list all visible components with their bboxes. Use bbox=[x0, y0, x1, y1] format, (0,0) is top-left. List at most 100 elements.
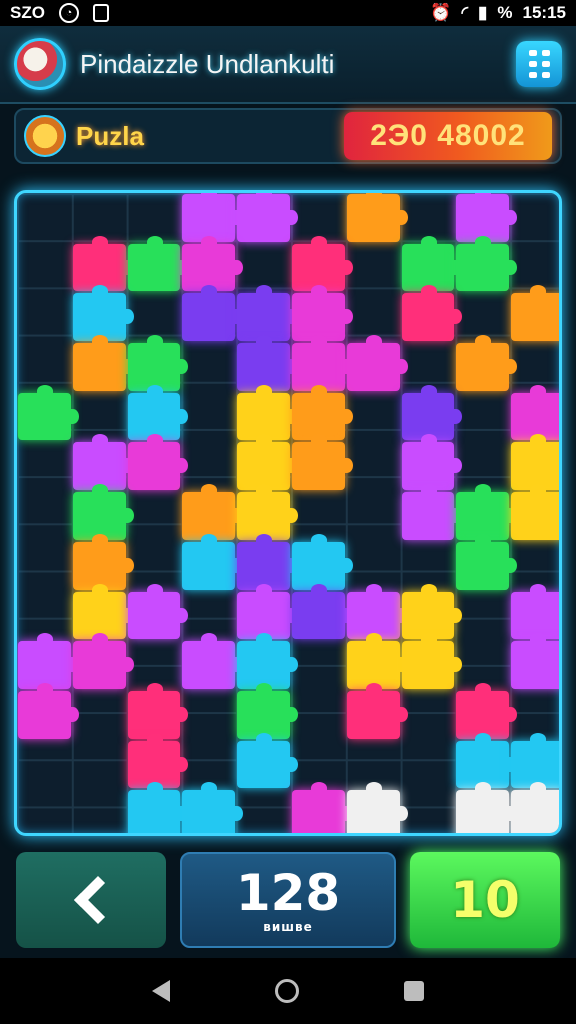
status-left-text: SZO bbox=[10, 3, 45, 22]
puzzle-piece[interactable] bbox=[511, 484, 559, 540]
app-title: Pindaizzle Undlankulti bbox=[80, 48, 335, 79]
puzzle-piece[interactable] bbox=[182, 235, 243, 292]
puzzle-piece[interactable] bbox=[72, 633, 134, 689]
puzzle-piece[interactable] bbox=[346, 782, 408, 833]
puzzle-piece[interactable] bbox=[127, 335, 189, 391]
puzzle-piece[interactable] bbox=[72, 583, 134, 640]
puzzle-piece[interactable] bbox=[72, 484, 134, 540]
puzzle-piece[interactable] bbox=[456, 335, 517, 391]
puzzle-piece[interactable] bbox=[18, 682, 79, 739]
puzzle-piece[interactable] bbox=[401, 384, 463, 441]
puzzle-piece[interactable] bbox=[292, 285, 353, 342]
puzzle-piece[interactable] bbox=[511, 384, 559, 441]
puzzle-piece[interactable] bbox=[456, 533, 517, 590]
status-bar: SZO ◔ ⏰ ◜ ▮ % 15:15 bbox=[0, 0, 576, 26]
puzzle-piece[interactable] bbox=[401, 235, 463, 292]
puzzle-piece[interactable] bbox=[511, 434, 559, 491]
puzzle-piece[interactable] bbox=[127, 782, 189, 833]
puzzle-piece[interactable] bbox=[346, 335, 408, 391]
puzzle-piece[interactable] bbox=[127, 583, 189, 640]
puzzle-piece[interactable] bbox=[237, 335, 298, 391]
puzzle-piece[interactable] bbox=[292, 434, 353, 491]
back-button[interactable] bbox=[16, 852, 166, 948]
puzzle-piece[interactable] bbox=[237, 384, 298, 441]
puzzle-piece[interactable] bbox=[401, 633, 463, 689]
puzzle-piece[interactable] bbox=[237, 434, 298, 491]
puzzle-piece[interactable] bbox=[237, 484, 298, 540]
square-recent-icon[interactable] bbox=[403, 981, 424, 1001]
puzzle-piece[interactable] bbox=[127, 732, 189, 789]
notification-icon: ◔ bbox=[58, 3, 79, 23]
puzzle-piece[interactable] bbox=[292, 384, 353, 441]
wifi-icon: ◜ bbox=[461, 3, 469, 22]
moves-value: 128 bbox=[235, 864, 341, 922]
puzzle-piece[interactable] bbox=[127, 235, 189, 292]
triangle-back-icon[interactable] bbox=[152, 980, 171, 1002]
alarm-icon: ⏰ bbox=[430, 3, 452, 22]
puzzle-piece[interactable] bbox=[401, 285, 463, 342]
puzzle-piece[interactable] bbox=[456, 235, 517, 292]
puzzle-piece[interactable] bbox=[511, 633, 559, 689]
puzzle-piece[interactable] bbox=[72, 235, 134, 292]
puzzle-piece[interactable] bbox=[237, 633, 298, 689]
puzzle-piece[interactable] bbox=[182, 782, 243, 833]
puzzle-piece[interactable] bbox=[346, 633, 408, 689]
puzzle-piece[interactable] bbox=[127, 384, 189, 441]
puzzle-piece[interactable] bbox=[346, 583, 408, 640]
circle-home-icon[interactable] bbox=[274, 979, 299, 1003]
puzzle-piece[interactable] bbox=[72, 335, 134, 391]
moves-counter: 128 вишве bbox=[180, 852, 396, 948]
level-number-button[interactable]: 10 bbox=[410, 852, 560, 948]
puzzle-piece[interactable] bbox=[72, 434, 134, 491]
puzzle-piece[interactable] bbox=[456, 732, 517, 789]
app-notification-icon bbox=[92, 4, 109, 22]
puzzle-piece[interactable] bbox=[182, 533, 243, 590]
puzzle-piece[interactable] bbox=[127, 682, 189, 739]
puzzle-piece[interactable] bbox=[182, 193, 243, 242]
bottom-controls: 128 вишве 10 bbox=[0, 852, 576, 948]
puzzle-piece[interactable] bbox=[237, 193, 298, 242]
puzzle-piece[interactable] bbox=[401, 484, 463, 540]
puzzle-piece[interactable] bbox=[18, 384, 79, 441]
puzzle-piece[interactable] bbox=[237, 533, 298, 590]
level-bar: Puzla 2Э0 48002 bbox=[14, 108, 562, 164]
puzzle-piece[interactable] bbox=[292, 235, 353, 292]
chevron-left-icon bbox=[73, 875, 123, 925]
puzzle-piece[interactable] bbox=[182, 285, 243, 342]
puzzle-piece[interactable] bbox=[292, 782, 353, 833]
puzzle-piece[interactable] bbox=[292, 335, 353, 391]
puzzle-piece[interactable] bbox=[237, 285, 298, 342]
puzzle-piece[interactable] bbox=[401, 583, 463, 640]
puzzle-piece[interactable] bbox=[511, 782, 559, 833]
puzzle-piece[interactable] bbox=[18, 633, 79, 689]
puzzle-piece[interactable] bbox=[511, 583, 559, 640]
puzzle-piece[interactable] bbox=[292, 533, 353, 590]
puzzle-piece[interactable] bbox=[237, 682, 298, 739]
puzzle-piece[interactable] bbox=[511, 285, 559, 342]
puzzle-piece[interactable] bbox=[72, 285, 134, 342]
puzzle-piece[interactable] bbox=[237, 732, 298, 789]
puzzle-piece[interactable] bbox=[346, 193, 408, 242]
moves-label: вишве bbox=[263, 920, 313, 934]
puzzle-piece[interactable] bbox=[456, 484, 517, 540]
puzzle-piece[interactable] bbox=[237, 583, 298, 640]
puzzle-piece[interactable] bbox=[456, 782, 517, 833]
score-display: 2Э0 48002 bbox=[344, 112, 552, 160]
puzzle-piece[interactable] bbox=[182, 633, 243, 689]
puzzle-piece[interactable] bbox=[456, 682, 517, 739]
puzzle-piece[interactable] bbox=[292, 583, 353, 640]
puzzle-piece[interactable] bbox=[346, 682, 408, 739]
puzzle-board[interactable] bbox=[14, 190, 562, 836]
menu-button[interactable] bbox=[516, 41, 562, 87]
puzzle-piece[interactable] bbox=[72, 533, 134, 590]
system-navbar bbox=[0, 958, 576, 1024]
puzzle-piece[interactable] bbox=[511, 732, 559, 789]
puzzle-piece[interactable] bbox=[401, 434, 463, 491]
puzzle-mascot-icon bbox=[14, 38, 66, 90]
status-time: 15:15 bbox=[522, 3, 566, 22]
puzzle-piece[interactable] bbox=[182, 484, 243, 540]
puzzle-piece[interactable] bbox=[456, 193, 517, 242]
grid-menu-icon bbox=[528, 50, 537, 56]
puzzle-piece[interactable] bbox=[127, 434, 189, 491]
signal-icon: ▮ bbox=[478, 3, 488, 22]
